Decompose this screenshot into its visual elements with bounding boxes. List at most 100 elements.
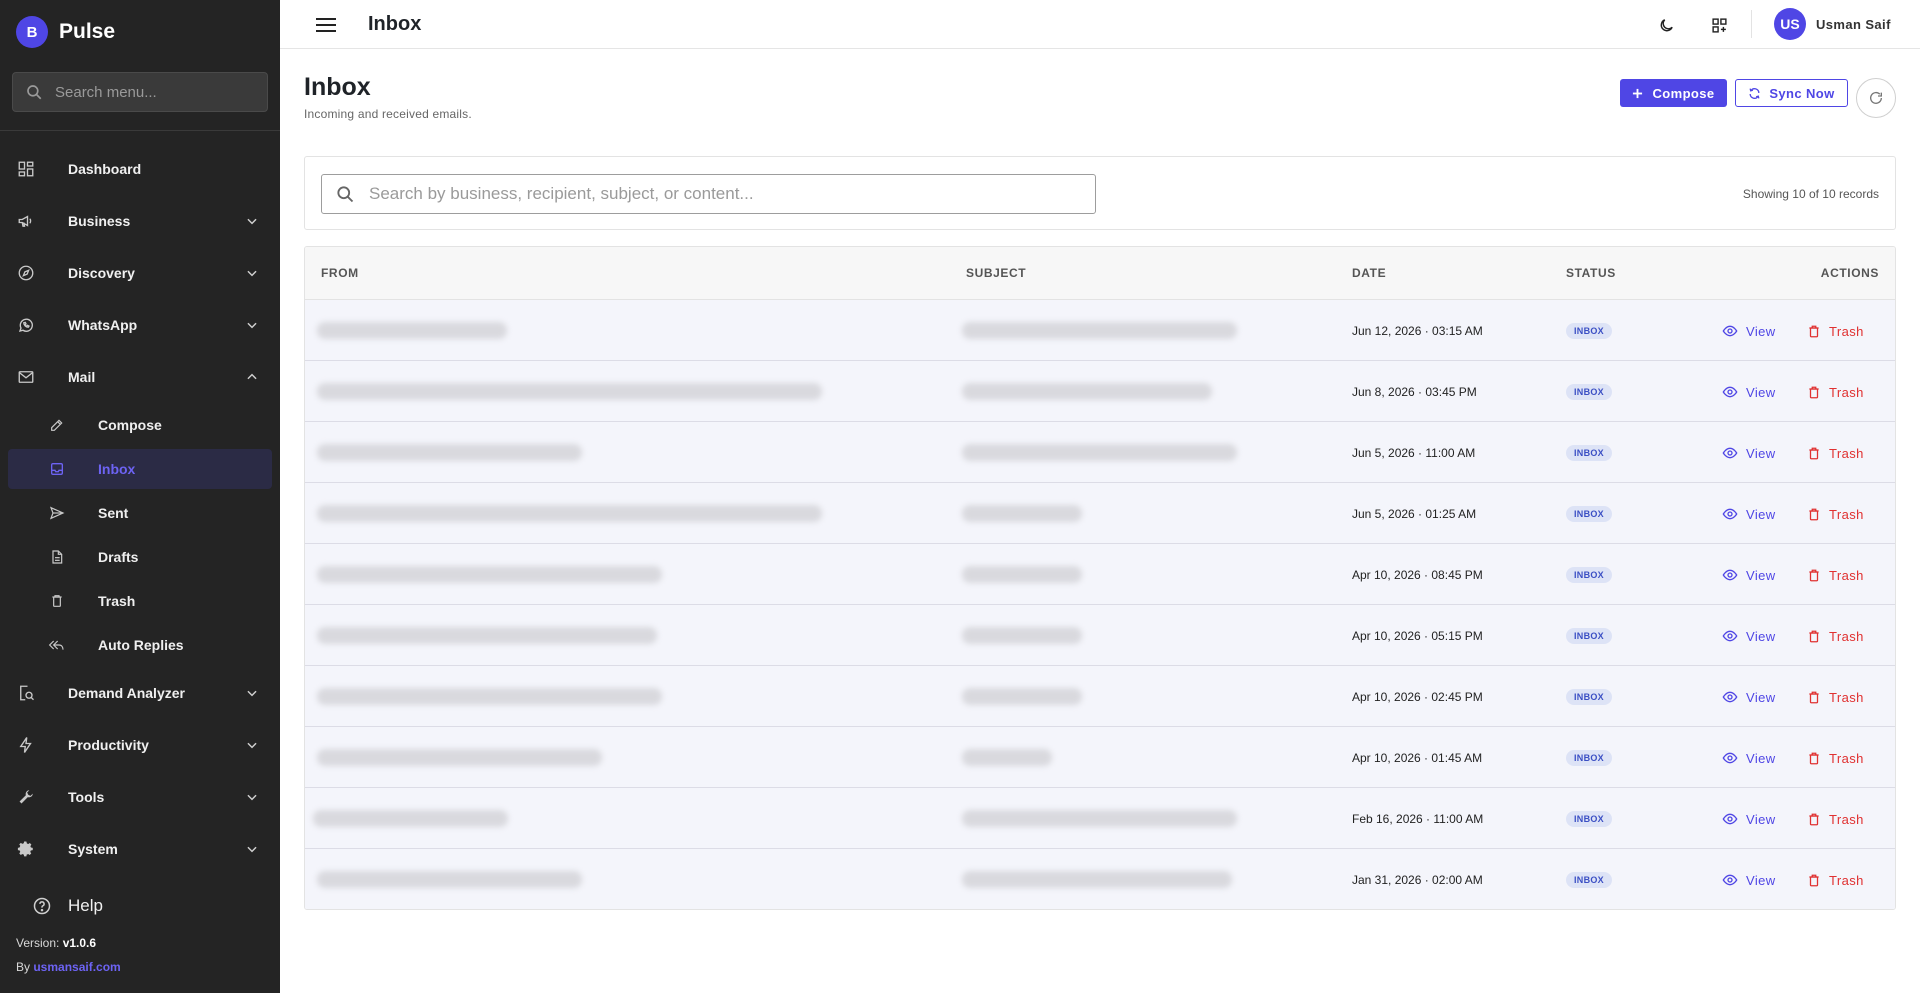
inbox-icon: [48, 460, 66, 478]
sidebar-subitem-drafts[interactable]: Drafts: [8, 537, 272, 577]
trash-button-label: Trash: [1829, 628, 1864, 644]
eye-icon: [1722, 569, 1738, 581]
table-row[interactable]: Jun 5, 2026 · 01:25 AM INBOX View Trash: [305, 483, 1895, 544]
eye-icon: [1722, 691, 1738, 703]
view-button-label: View: [1746, 689, 1776, 705]
subject-redacted: [962, 810, 1237, 827]
grid-add-icon: [1711, 17, 1727, 33]
view-button[interactable]: View: [1722, 565, 1776, 585]
refresh-button[interactable]: [1856, 78, 1896, 118]
dark-mode-toggle[interactable]: [1655, 14, 1677, 36]
chevron-down-icon: [244, 317, 260, 333]
sidebar-item-business[interactable]: Business: [0, 199, 280, 243]
trash-button[interactable]: Trash: [1807, 687, 1864, 707]
view-button-label: View: [1746, 384, 1776, 400]
view-button[interactable]: View: [1722, 382, 1776, 402]
trash-button[interactable]: Trash: [1807, 626, 1864, 646]
from-redacted: [317, 505, 822, 522]
sidebar-item-label: Demand Analyzer: [68, 685, 185, 701]
subject-redacted: [962, 505, 1082, 522]
sidebar-item-demand-analyzer[interactable]: Demand Analyzer: [0, 671, 280, 715]
sidebar-subitem-sent[interactable]: Sent: [8, 493, 272, 533]
trash-button[interactable]: Trash: [1807, 809, 1864, 829]
view-button[interactable]: View: [1722, 809, 1776, 829]
view-button[interactable]: View: [1722, 626, 1776, 646]
eye-icon: [1722, 386, 1738, 398]
trash-button[interactable]: Trash: [1807, 565, 1864, 585]
trash-button[interactable]: Trash: [1807, 382, 1864, 402]
trash-button[interactable]: Trash: [1807, 870, 1864, 890]
trash-button[interactable]: Trash: [1807, 504, 1864, 524]
table-header: FROM SUBJECT DATE STATUS ACTIONS: [305, 247, 1895, 300]
subject-redacted: [962, 444, 1237, 461]
email-date: Jun 12, 2026 · 03:15 AM: [1352, 324, 1483, 338]
sidebar-item-tools[interactable]: Tools: [0, 775, 280, 819]
table-row[interactable]: Jun 12, 2026 · 03:15 AM INBOX View Trash: [305, 300, 1895, 361]
sidebar-item-mail[interactable]: Mail: [0, 355, 280, 399]
view-button-label: View: [1746, 750, 1776, 766]
view-button[interactable]: View: [1722, 870, 1776, 890]
view-button[interactable]: View: [1722, 748, 1776, 768]
trash-icon: [1809, 386, 1819, 398]
user-menu[interactable]: US Usman Saif: [1774, 8, 1891, 40]
brand[interactable]: B Pulse: [16, 15, 115, 49]
by-label: By: [16, 960, 34, 974]
trash-button[interactable]: Trash: [1807, 321, 1864, 341]
topbar-separator: [1751, 10, 1752, 38]
view-button-label: View: [1746, 323, 1776, 339]
view-button-label: View: [1746, 567, 1776, 583]
sidebar-item-whatsapp[interactable]: WhatsApp: [0, 303, 280, 347]
table-row[interactable]: Feb 16, 2026 · 11:00 AM INBOX View Trash: [305, 788, 1895, 849]
chevron-down-icon: [244, 841, 260, 857]
sidebar-item-system[interactable]: System: [0, 827, 280, 871]
author-link[interactable]: usmansaif.com: [33, 960, 120, 974]
sidebar-subitem-label: Drafts: [98, 549, 139, 565]
table-row[interactable]: Apr 10, 2026 · 08:45 PM INBOX View Trash: [305, 544, 1895, 605]
table-row[interactable]: Jan 31, 2026 · 02:00 AM INBOX View Trash: [305, 849, 1895, 909]
hamburger-menu-button[interactable]: [314, 13, 338, 37]
help-label: Help: [68, 896, 103, 915]
sidebar-search-input[interactable]: [55, 83, 255, 101]
trash-button[interactable]: Trash: [1807, 443, 1864, 463]
view-button-label: View: [1746, 628, 1776, 644]
table-row[interactable]: Jun 5, 2026 · 11:00 AM INBOX View Trash: [305, 422, 1895, 483]
topbar-title: Inbox: [368, 13, 422, 35]
sidebar-item-productivity[interactable]: Productivity: [0, 723, 280, 767]
compose-button[interactable]: Compose: [1620, 79, 1727, 107]
chevron-down-icon: [244, 789, 260, 805]
column-header-subject[interactable]: SUBJECT: [966, 266, 1026, 280]
from-redacted: [317, 444, 582, 461]
status-badge: INBOX: [1566, 323, 1612, 339]
table-row[interactable]: Apr 10, 2026 · 05:15 PM INBOX View Trash: [305, 605, 1895, 666]
sidebar-subitem-compose[interactable]: Compose: [8, 405, 272, 445]
column-header-date[interactable]: DATE: [1352, 266, 1386, 280]
sync-now-button[interactable]: Sync Now: [1735, 79, 1848, 107]
view-button[interactable]: View: [1722, 687, 1776, 707]
sidebar-subitem-auto-replies[interactable]: Auto Replies: [8, 625, 272, 665]
column-header-from[interactable]: FROM: [321, 266, 359, 280]
chevron-down-icon: [244, 213, 260, 229]
view-button[interactable]: View: [1722, 443, 1776, 463]
sidebar-subitem-inbox[interactable]: Inbox: [8, 449, 272, 489]
search-document-icon: [16, 683, 36, 703]
wrench-icon: [16, 787, 36, 807]
help-circle-icon: [33, 897, 51, 915]
trash-button[interactable]: Trash: [1807, 748, 1864, 768]
view-button[interactable]: View: [1722, 504, 1776, 524]
apps-grid-button[interactable]: [1708, 14, 1730, 36]
email-search-input[interactable]: [369, 184, 1069, 204]
view-button[interactable]: View: [1722, 321, 1776, 341]
from-redacted: [317, 322, 507, 339]
table-row[interactable]: Apr 10, 2026 · 02:45 PM INBOX View Trash: [305, 666, 1895, 727]
page-title: Inbox: [304, 73, 371, 101]
table-row[interactable]: Apr 10, 2026 · 01:45 AM INBOX View Trash: [305, 727, 1895, 788]
subject-redacted: [962, 688, 1082, 705]
help-link[interactable]: Help: [32, 896, 103, 916]
column-header-status[interactable]: STATUS: [1566, 266, 1616, 280]
sidebar-item-discovery[interactable]: Discovery: [0, 251, 280, 295]
lightning-icon: [16, 735, 36, 755]
sidebar-item-dashboard[interactable]: Dashboard: [0, 147, 280, 191]
table-row[interactable]: Jun 8, 2026 · 03:45 PM INBOX View Trash: [305, 361, 1895, 422]
sidebar-subitem-trash[interactable]: Trash: [8, 581, 272, 621]
sidebar: B Pulse Dashboard Business Discovery Wha…: [0, 0, 280, 993]
